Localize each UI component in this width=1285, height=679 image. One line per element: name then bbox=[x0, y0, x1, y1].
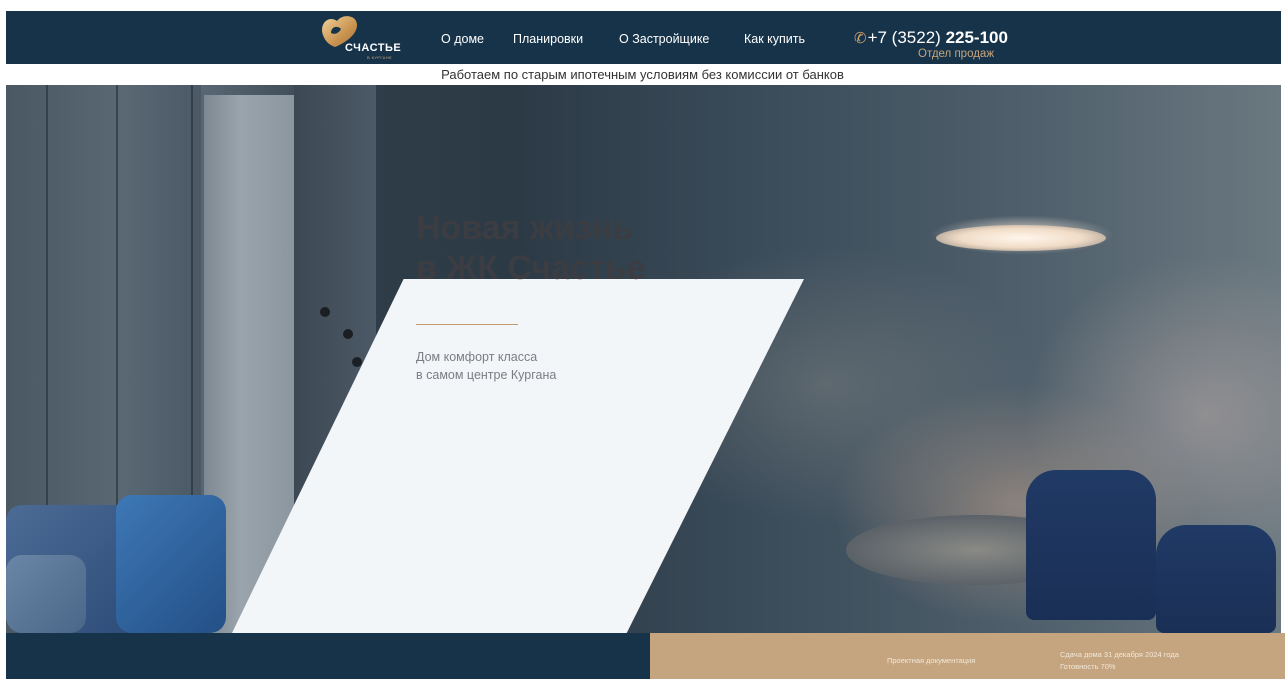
hero-subtitle: Дом комфорт класса в самом центре Курган… bbox=[416, 348, 556, 384]
hero-banner bbox=[6, 85, 1281, 633]
nav-item-how-to-buy[interactable]: Как купить bbox=[744, 32, 805, 46]
site-header: СЧАСТЬЕ В КУРГАНЕ О доме Планировки О За… bbox=[6, 11, 1281, 64]
page: СЧАСТЬЕ В КУРГАНЕ О доме Планировки О За… bbox=[0, 0, 1285, 679]
nav-item-developer[interactable]: О Застройщике bbox=[619, 32, 709, 46]
phone-prefix: +7 (3522) bbox=[867, 28, 946, 47]
hero-divider bbox=[416, 324, 518, 325]
hero-title-line-2: в ЖК Счастье bbox=[416, 249, 646, 287]
hero-lamp bbox=[936, 225, 1106, 251]
phone-main: 225-100 bbox=[945, 28, 1008, 47]
hero-title: Новая жизнь в ЖК Счастье bbox=[416, 208, 645, 288]
phone-number[interactable]: ✆+7 (3522) 225-100 bbox=[854, 28, 1008, 48]
nav-item-about-house[interactable]: О доме bbox=[441, 32, 484, 46]
project-docs-link[interactable]: Проектная документация bbox=[887, 656, 975, 665]
deadline-readiness: Готовность 70% bbox=[1060, 662, 1116, 671]
nav-item-layouts[interactable]: Планировки bbox=[513, 32, 583, 46]
hero-subtitle-line-2: в самом центре Кургана bbox=[416, 368, 557, 382]
bottom-bar-left bbox=[6, 633, 650, 679]
site-logo[interactable]: СЧАСТЬЕ В КУРГАНЕ bbox=[311, 13, 411, 61]
deadline-date: Сдача дома 31 декабря 2024 года bbox=[1060, 650, 1179, 659]
logo-subtitle: В КУРГАНЕ bbox=[367, 55, 393, 60]
hero-subtitle-line-1: Дом комфорт класса bbox=[416, 350, 538, 364]
phone-caption: Отдел продаж bbox=[918, 48, 995, 60]
hero-title-line-1: Новая жизнь bbox=[416, 209, 634, 247]
promo-text: Работаем по старым ипотечным условиям бе… bbox=[441, 67, 844, 82]
logo-name: СЧАСТЬЕ bbox=[345, 42, 402, 54]
phone-icon: ✆ bbox=[854, 30, 867, 47]
deadline-info: Сдача дома 31 декабря 2024 года Готовнос… bbox=[1060, 649, 1179, 673]
